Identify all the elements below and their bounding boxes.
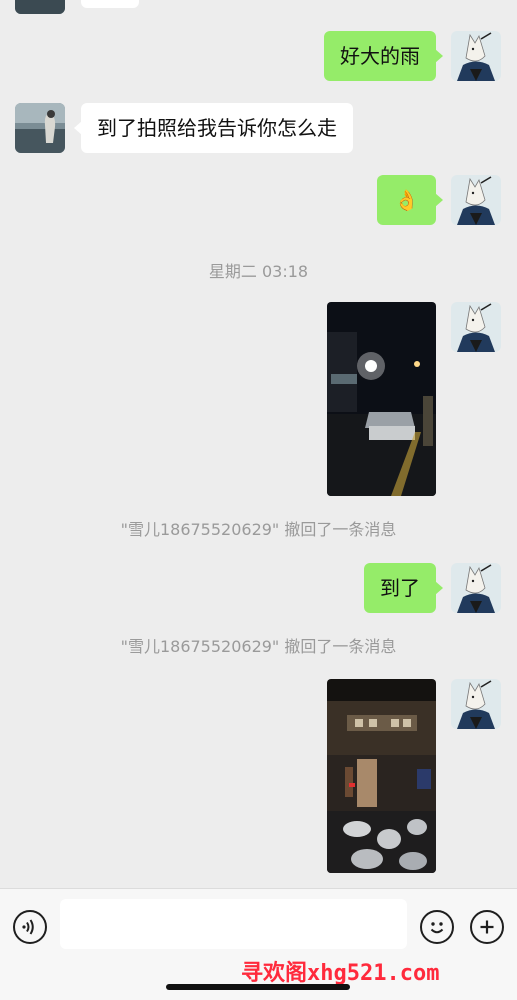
self-avatar[interactable] [451, 31, 501, 81]
recall-notice: "雪儿18675520629" 撤回了一条消息 [120, 637, 397, 656]
voice-icon[interactable] [13, 910, 47, 944]
message-bubble-partial[interactable] [81, 0, 139, 8]
chat-area: 好大的雨 到了拍照给我告诉你怎么走 👌 星期二 03:18 "雪儿1867552… [0, 0, 517, 888]
contact-avatar[interactable] [15, 0, 65, 14]
message-input[interactable] [60, 899, 407, 949]
photo-message[interactable] [327, 302, 436, 496]
self-avatar[interactable] [451, 563, 501, 613]
home-indicator[interactable] [166, 984, 350, 990]
self-avatar[interactable] [451, 679, 501, 729]
self-avatar[interactable] [451, 175, 501, 225]
ok-hand-emoji: 👌 [394, 188, 419, 212]
message-bubble-outgoing[interactable]: 到了 [364, 563, 443, 613]
self-avatar[interactable] [451, 302, 501, 352]
watermark-text: 寻欢阁xhg521.com [241, 961, 440, 986]
message-bubble-outgoing[interactable]: 👌 [377, 175, 443, 225]
contact-avatar[interactable] [15, 103, 65, 153]
timestamp-divider: 星期二 03:18 [208, 262, 309, 281]
message-bubble-outgoing[interactable]: 好大的雨 [324, 31, 443, 81]
message-bubble-incoming[interactable]: 到了拍照给我告诉你怎么走 [74, 103, 353, 153]
photo-message[interactable] [327, 679, 436, 873]
emoji-icon[interactable] [420, 910, 454, 944]
plus-icon[interactable] [470, 910, 504, 944]
recall-notice: "雪儿18675520629" 撤回了一条消息 [120, 520, 397, 539]
